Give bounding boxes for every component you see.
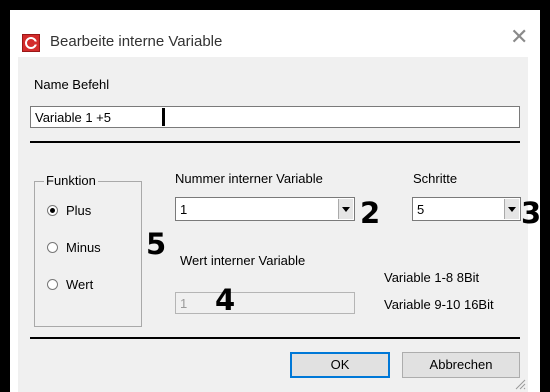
name-befehl-label: Name Befehl <box>34 77 110 92</box>
separator-bottom <box>30 337 520 339</box>
nummer-combobox[interactable]: 1 <box>175 197 355 221</box>
radio-minus-label: Minus <box>66 240 101 255</box>
schritte-value: 5 <box>417 202 425 217</box>
radio-wert-label: Wert <box>66 277 94 292</box>
wert-label: Wert interner Variable <box>180 253 306 268</box>
close-icon[interactable]: ✕ <box>510 26 528 48</box>
cancel-button[interactable]: Abbrechen <box>402 352 520 378</box>
info-line-2: Variable 9-10 16Bit <box>384 297 494 312</box>
radio-wert[interactable]: Wert <box>47 277 93 292</box>
title-bar: Bearbeite interne Variable ✕ <box>10 10 540 54</box>
dialog-content: Name Befehl Variable 1 +5 Funktion Plus … <box>18 57 540 392</box>
annotation-4: 4 <box>215 283 236 317</box>
radio-plus-button[interactable] <box>47 205 58 216</box>
radio-minus[interactable]: Minus <box>47 240 101 255</box>
radio-plus[interactable]: Plus <box>47 203 91 218</box>
text-caret <box>162 108 165 126</box>
schritte-label: Schritte <box>413 171 458 186</box>
chevron-down-icon[interactable] <box>504 199 519 219</box>
schritte-combobox[interactable]: 5 <box>412 197 521 221</box>
chevron-down-icon[interactable] <box>338 199 353 219</box>
nummer-label: Nummer interner Variable <box>175 171 323 186</box>
radio-minus-button[interactable] <box>47 242 58 253</box>
nummer-value: 1 <box>180 202 188 217</box>
annotation-2: 2 <box>360 196 381 230</box>
name-befehl-input[interactable]: Variable 1 +5 <box>30 106 520 128</box>
app-logo-icon <box>22 34 40 52</box>
ok-button[interactable]: OK <box>290 352 390 378</box>
annotation-3: 3 <box>521 196 540 230</box>
radio-plus-label: Plus <box>66 203 92 218</box>
window-title: Bearbeite interne Variable <box>50 33 223 50</box>
dialog-window: Bearbeite interne Variable ✕ Name Befehl… <box>10 10 540 392</box>
info-line-1: Variable 1-8 8Bit <box>384 270 480 285</box>
separator-top <box>30 141 520 143</box>
annotation-5: 5 <box>146 227 167 261</box>
wert-input: 1 <box>175 292 355 314</box>
resize-grip-icon[interactable] <box>514 378 526 390</box>
radio-wert-button[interactable] <box>47 279 58 290</box>
funktion-title: Funktion <box>44 173 98 188</box>
